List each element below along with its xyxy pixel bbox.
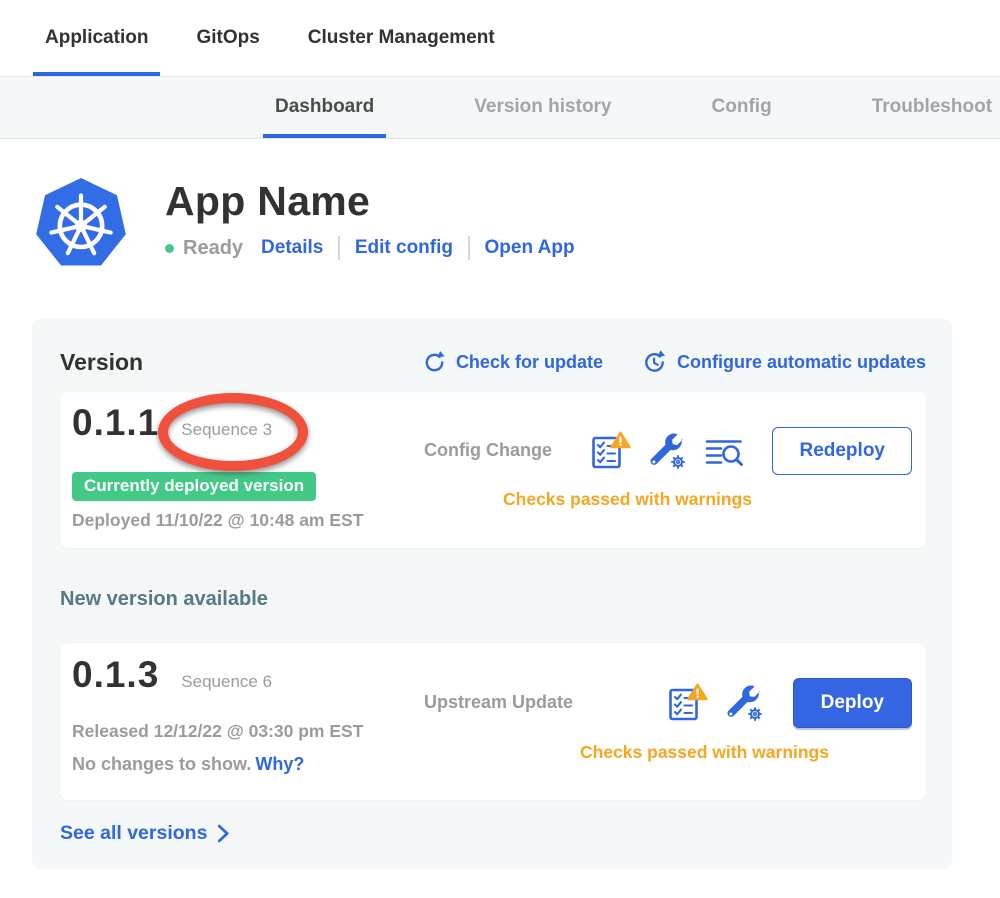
see-all-versions-link[interactable]: See all versions xyxy=(60,822,230,845)
available-sequence-label: Sequence 6 xyxy=(181,672,272,692)
top-nav-item-gitops[interactable]: GitOps xyxy=(184,0,271,76)
app-header: App Name Ready Details Edit config Open … xyxy=(0,139,1000,272)
available-version-number: 0.1.3 xyxy=(72,654,159,696)
open-app-link[interactable]: Open App xyxy=(485,237,575,259)
preflight-checklist-warning-icon[interactable] xyxy=(667,683,709,723)
tab-troubleshoot[interactable]: Troubleshoot xyxy=(860,77,1000,138)
refresh-icon xyxy=(422,350,447,375)
deployed-timestamp: Deployed 11/10/22 @ 10:48 am EST xyxy=(72,510,424,531)
view-diff-icon[interactable] xyxy=(704,431,744,471)
available-version-card: 0.1.3 Sequence 6 Released 12/12/22 @ 03:… xyxy=(60,644,926,800)
status-text: Ready xyxy=(183,237,243,260)
deployed-source-label: Config Change xyxy=(424,440,552,461)
edit-config-wrench-icon[interactable] xyxy=(648,431,688,471)
available-checks-status: Checks passed with warnings xyxy=(424,742,912,763)
deployed-version-card: 0.1.1 Sequence 3 Currently deployed vers… xyxy=(60,392,926,548)
top-nav: Application GitOps Cluster Management xyxy=(0,0,1000,76)
kubernetes-logo-icon xyxy=(35,176,127,272)
check-for-update-label: Check for update xyxy=(456,352,603,373)
configure-automatic-updates-button[interactable]: Configure automatic updates xyxy=(641,349,926,376)
see-all-versions-label: See all versions xyxy=(60,822,207,845)
divider xyxy=(338,236,340,260)
why-link[interactable]: Why? xyxy=(255,754,304,774)
top-nav-item-application[interactable]: Application xyxy=(33,0,160,76)
redeploy-button[interactable]: Redeploy xyxy=(772,427,912,475)
clock-refresh-icon xyxy=(641,349,668,376)
details-link[interactable]: Details xyxy=(261,237,323,259)
divider xyxy=(468,236,470,260)
available-source-label: Upstream Update xyxy=(424,692,573,713)
deploy-button[interactable]: Deploy xyxy=(793,678,912,728)
tab-version-history[interactable]: Version history xyxy=(462,77,623,138)
status-dot xyxy=(165,244,174,253)
check-for-update-button[interactable]: Check for update xyxy=(422,350,603,375)
new-version-heading: New version available xyxy=(60,588,926,611)
version-panel: Version Check for update Configure autom… xyxy=(32,319,952,869)
edit-config-wrench-icon[interactable] xyxy=(725,683,765,723)
deployed-version-number: 0.1.1 xyxy=(72,402,159,444)
page-title: App Name xyxy=(165,178,575,225)
configure-automatic-updates-label: Configure automatic updates xyxy=(677,352,926,373)
deployed-sequence-label: Sequence 3 xyxy=(181,420,272,440)
deployed-checks-status: Checks passed with warnings xyxy=(424,489,912,510)
tab-config[interactable]: Config xyxy=(700,77,784,138)
currently-deployed-badge: Currently deployed version xyxy=(72,472,316,501)
released-timestamp: Released 12/12/22 @ 03:30 pm EST xyxy=(72,721,424,742)
preflight-checklist-warning-icon[interactable] xyxy=(590,431,632,471)
top-nav-item-cluster-management[interactable]: Cluster Management xyxy=(296,0,507,76)
edit-config-link[interactable]: Edit config xyxy=(355,237,453,259)
tab-dashboard[interactable]: Dashboard xyxy=(263,77,386,138)
app-sub-nav: Dashboard Version history Config Trouble… xyxy=(0,76,1000,139)
chevron-right-icon xyxy=(217,824,230,843)
no-changes-text: No changes to show. xyxy=(72,754,251,774)
version-section-title: Version xyxy=(60,349,143,376)
